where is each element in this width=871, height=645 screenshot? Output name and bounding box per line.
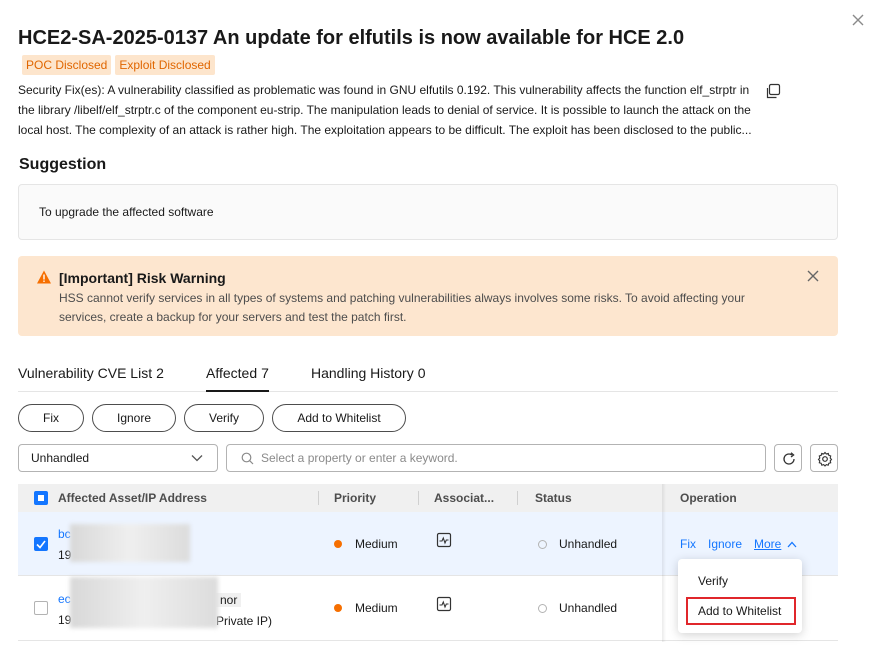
chevron-down-icon	[191, 455, 203, 462]
warning-icon	[37, 270, 51, 284]
refresh-icon	[783, 452, 795, 465]
column-header-priority: Priority	[334, 491, 377, 505]
tab-bar: Vulnerability CVE List 2 Affected 7 Handli…	[18, 360, 838, 392]
gear-icon	[817, 451, 833, 467]
column-header-operation: Operation	[680, 491, 737, 505]
table-header: Affected Asset/IP Address Priority Assoc…	[18, 484, 838, 512]
exploit-disclosed-tag: Exploit Disclosed	[115, 55, 215, 75]
unhandled-status-dot	[538, 604, 547, 613]
column-divider	[318, 491, 319, 505]
copy-icon[interactable]	[765, 83, 781, 99]
close-warning-icon[interactable]	[806, 269, 820, 283]
tab-count: 0	[417, 365, 426, 381]
description-line: local host. The complexity of an attack …	[18, 123, 752, 137]
unhandled-status-dot	[538, 540, 547, 549]
description-line: Security Fix(es): A vulnerability classi…	[18, 83, 750, 97]
priority-value: Medium	[355, 601, 398, 615]
medium-priority-dot	[334, 540, 342, 548]
status-value: Unhandled	[559, 601, 618, 615]
asset-name-link[interactable]: bc	[58, 527, 71, 541]
menu-item-add-to-whitelist[interactable]: Add to Whitelist	[698, 604, 781, 618]
status-value: Unhandled	[559, 537, 618, 551]
column-header-asset: Affected Asset/IP Address	[58, 491, 207, 505]
status-filter-value: Unhandled	[31, 451, 90, 465]
close-dialog-icon[interactable]	[848, 10, 868, 30]
description-line: the library /libelf/elf_strptr.c of the …	[18, 103, 751, 117]
priority-value: Medium	[355, 537, 398, 551]
more-actions-menu: Verify Add to Whitelist	[678, 559, 802, 633]
poc-disclosed-tag: POC Disclosed	[22, 55, 112, 75]
verify-button[interactable]: Verify	[184, 404, 264, 432]
row-checkbox[interactable]	[34, 537, 48, 551]
medium-priority-dot	[334, 604, 342, 612]
row-more-link[interactable]: More	[754, 537, 781, 551]
tab-count: 7	[261, 365, 269, 381]
chevron-up-icon[interactable]	[787, 541, 797, 548]
asset-ip-suffix: Private IP)	[216, 614, 273, 628]
row-fix-link[interactable]: Fix	[680, 537, 696, 551]
warning-title: [Important] Risk Warning	[59, 270, 226, 286]
tab-label: Vulnerability CVE List	[18, 365, 153, 381]
column-header-associated: Associat...	[434, 491, 495, 505]
risk-warning-alert: [Important] Risk Warning HSS cannot veri…	[18, 256, 838, 336]
select-all-checkbox[interactable]	[34, 491, 48, 505]
column-divider	[418, 491, 419, 505]
tab-label: Affected	[206, 365, 258, 381]
tab-handling-history[interactable]: Handling History 0	[311, 365, 426, 392]
status-filter-select[interactable]: Unhandled	[18, 444, 218, 472]
fixed-column-shadow	[662, 484, 666, 642]
tab-count: 2	[156, 365, 164, 381]
refresh-button[interactable]	[774, 444, 802, 472]
ignore-button[interactable]: Ignore	[92, 404, 176, 432]
redacted-asset-info	[70, 524, 190, 562]
row-checkbox[interactable]	[34, 601, 48, 615]
tab-label: Handling History	[311, 365, 414, 381]
associated-process-icon[interactable]	[436, 532, 452, 548]
associated-process-icon[interactable]	[436, 596, 452, 612]
redacted-asset-info	[70, 577, 218, 628]
dialog-title: HCE2-SA-2025-0137 An update for elfutils…	[18, 27, 685, 49]
tab-vulnerability-cve-list[interactable]: Vulnerability CVE List 2	[18, 365, 164, 392]
vulnerability-description: Security Fix(es): A vulnerability classi…	[18, 80, 758, 140]
add-to-whitelist-button[interactable]: Add to Whitelist	[272, 404, 406, 432]
search-placeholder: Select a property or enter a keyword.	[261, 451, 458, 465]
warning-text: HSS cannot verify services in all types …	[59, 291, 745, 324]
tag-group: POC Disclosed Exploit Disclosed	[22, 55, 215, 75]
suggestion-text: To upgrade the affected software	[39, 205, 214, 219]
asset-name-link[interactable]: ec	[58, 592, 71, 606]
tab-affected[interactable]: Affected 7	[206, 365, 269, 392]
suggestion-heading: Suggestion	[19, 156, 107, 173]
search-icon	[241, 452, 254, 465]
settings-button[interactable]	[810, 444, 838, 472]
suggestion-box: To upgrade the affected software	[18, 184, 838, 240]
column-divider	[517, 491, 518, 505]
column-header-status: Status	[535, 491, 572, 505]
fix-button[interactable]: Fix	[18, 404, 84, 432]
row-ignore-link[interactable]: Ignore	[708, 537, 742, 551]
search-input[interactable]: Select a property or enter a keyword.	[226, 444, 766, 472]
menu-item-verify[interactable]: Verify	[698, 574, 728, 588]
asset-name-suffix: nor	[216, 593, 242, 607]
